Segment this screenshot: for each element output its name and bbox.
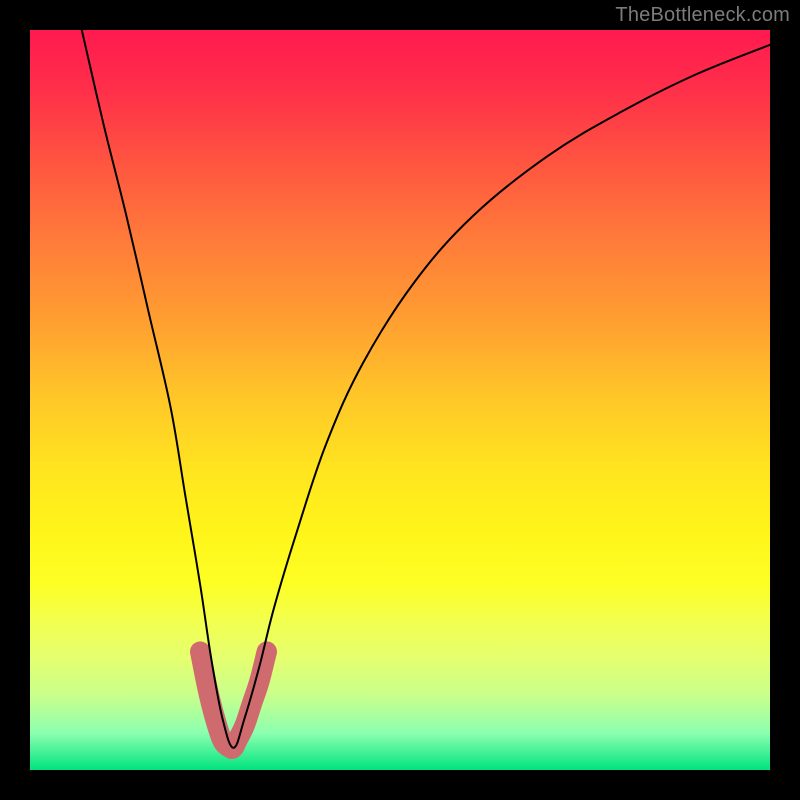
plot-area xyxy=(30,30,770,770)
chart-frame: TheBottleneck.com xyxy=(0,0,800,800)
curve-svg xyxy=(30,30,770,770)
watermark-text: TheBottleneck.com xyxy=(615,4,790,27)
minimum-highlight-path xyxy=(200,652,267,749)
bottleneck-curve-path xyxy=(82,30,770,748)
